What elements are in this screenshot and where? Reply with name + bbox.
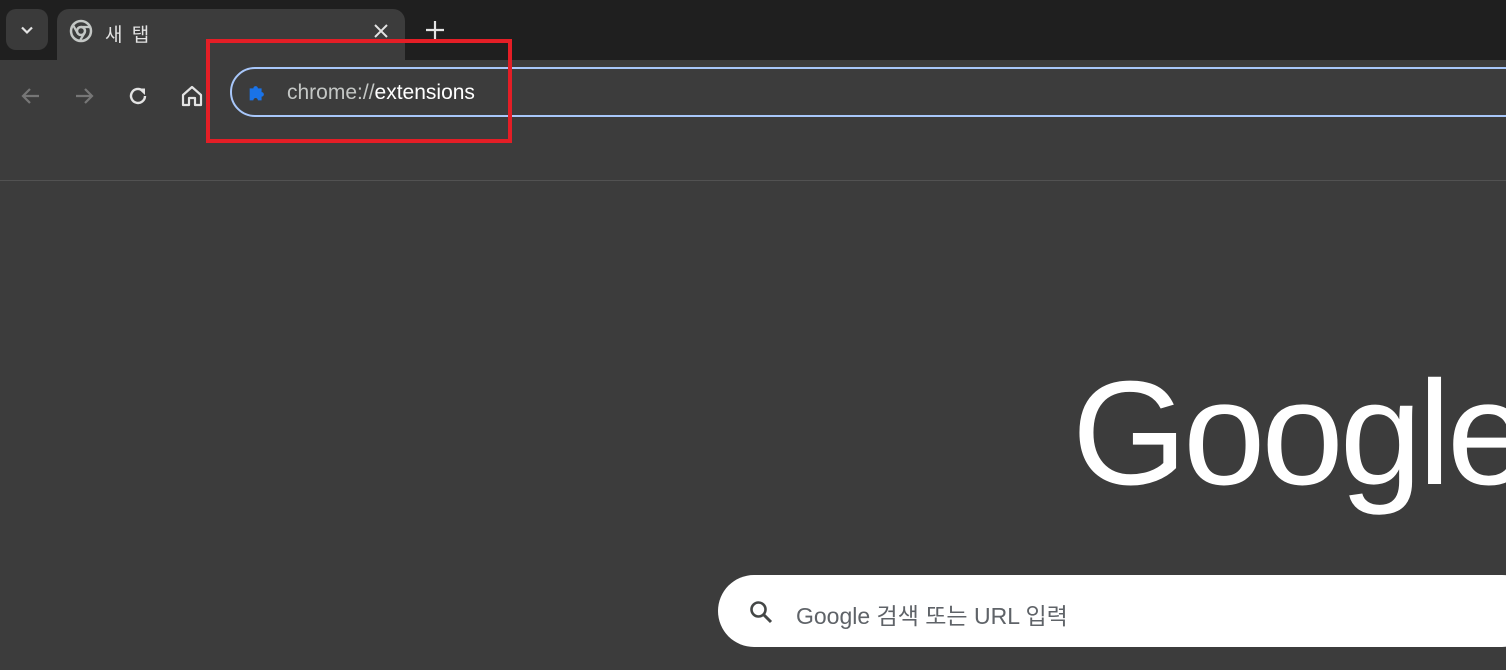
search-box[interactable]: Google 검색 또는 URL 입력 (718, 575, 1506, 647)
google-logo: Google (1072, 351, 1506, 516)
tab-search-button[interactable] (6, 9, 48, 50)
tab-title: 새 탭 (105, 25, 152, 46)
home-icon[interactable] (178, 82, 206, 110)
arrow-right-icon[interactable] (70, 82, 98, 110)
chrome-icon (69, 19, 93, 43)
annotation-highlight-box (206, 39, 512, 143)
chevron-down-icon (21, 26, 33, 34)
reload-icon[interactable] (124, 82, 152, 110)
search-icon (750, 601, 773, 624)
close-icon[interactable] (371, 21, 391, 41)
arrow-left-icon[interactable] (17, 82, 45, 110)
search-placeholder: Google 검색 또는 URL 입력 (796, 603, 1068, 629)
